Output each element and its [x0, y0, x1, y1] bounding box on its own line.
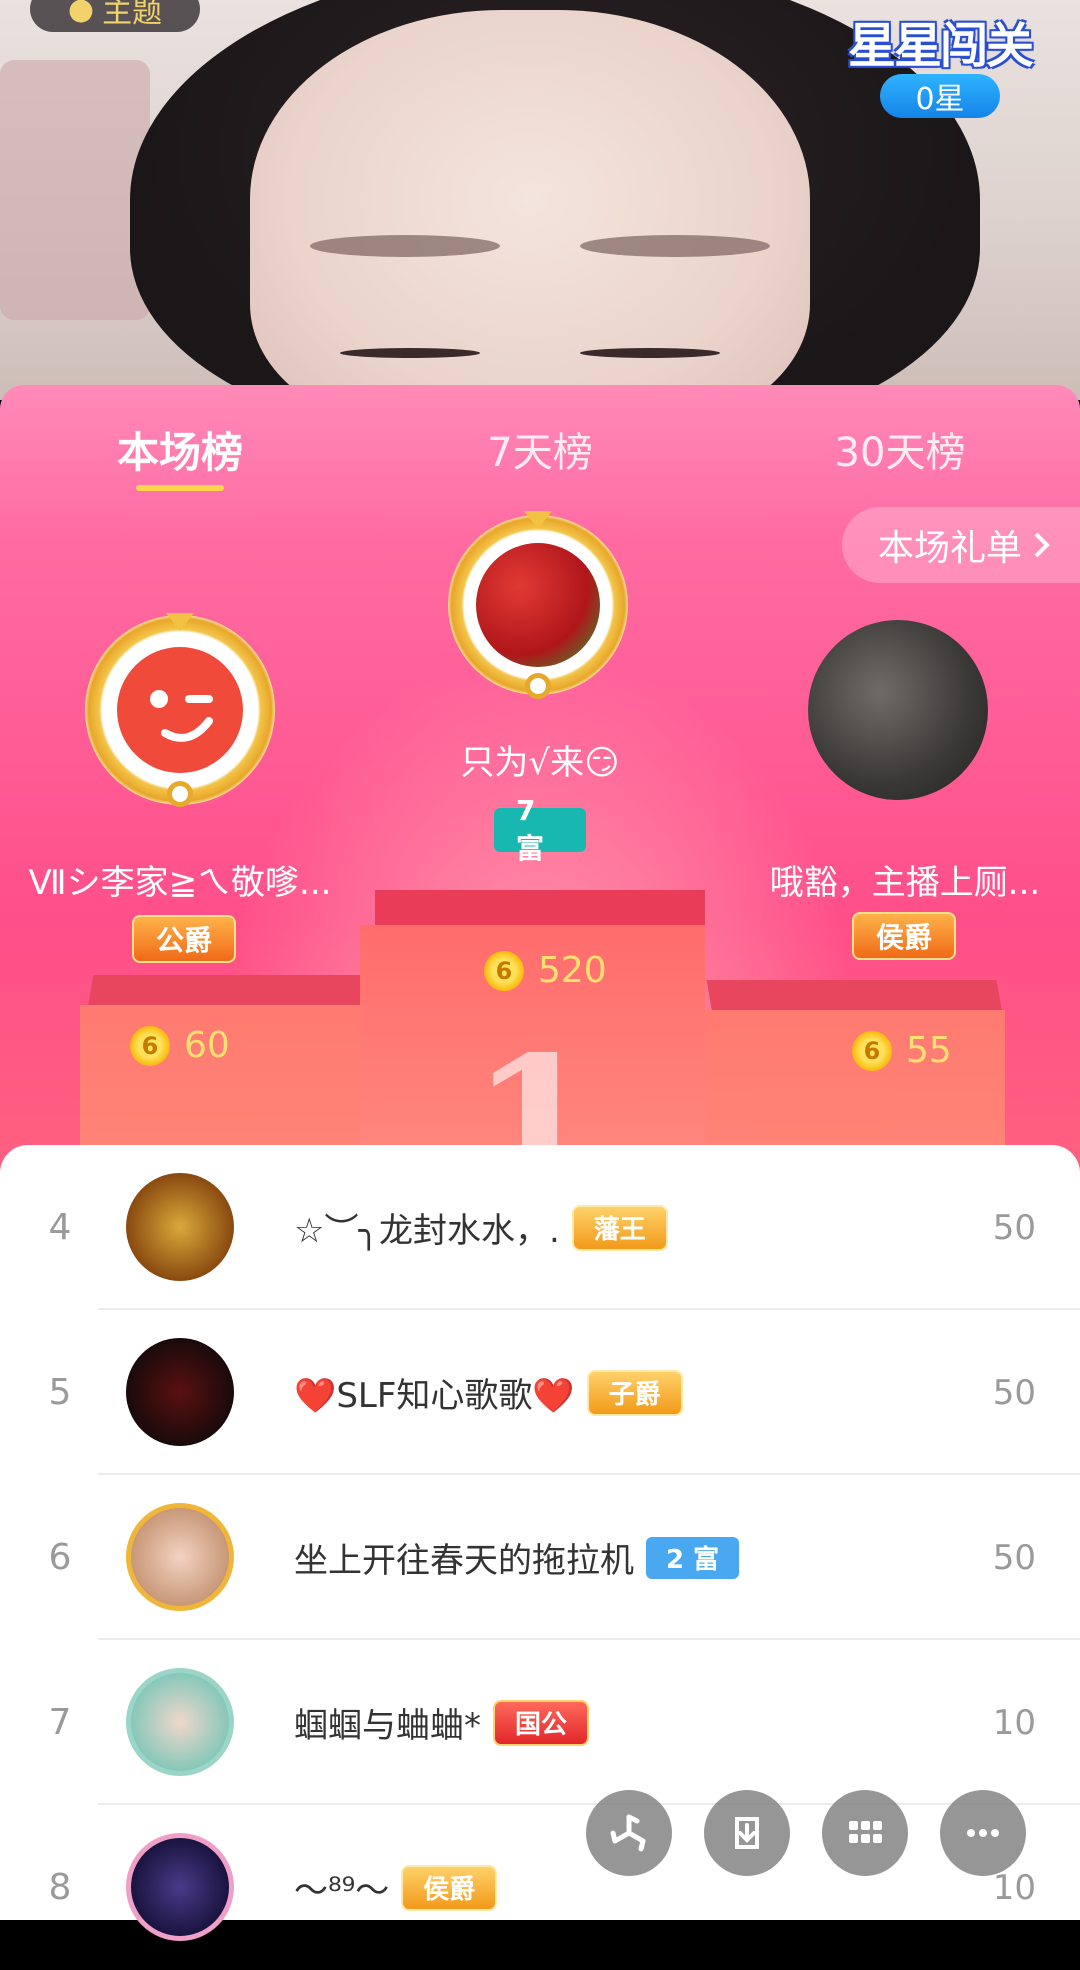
third-place-score-value: 55 — [906, 1030, 952, 1071]
rank-number: 6 — [48, 1537, 72, 1578]
avatar — [126, 1668, 234, 1776]
list-item[interactable]: 5 ❤️SLF知心歌歌❤️ 子爵 50 — [0, 1310, 1080, 1475]
coin-icon: 6 — [484, 950, 524, 991]
score: 50 — [992, 1537, 1036, 1578]
third-place-score: 6 55 — [852, 1030, 952, 1071]
tab-30-days[interactable]: 30天榜 — [720, 385, 1080, 513]
grid-button[interactable] — [822, 1790, 908, 1876]
bell-icon: ● — [67, 0, 95, 27]
score: 50 — [992, 1372, 1036, 1413]
rank-number: 5 — [48, 1372, 72, 1413]
third-place-title-badge: 侯爵 — [852, 912, 957, 960]
tab-this-show[interactable]: 本场榜 — [0, 385, 360, 513]
first-place-wealth-badge: 7 富 — [494, 794, 586, 865]
score: 50 — [992, 1207, 1036, 1248]
star-challenge-logo[interactable]: 星星闯关 — [848, 6, 1034, 76]
avatar — [126, 1503, 234, 1611]
third-place-avatar[interactable] — [808, 620, 988, 800]
pinwheel-icon — [610, 1814, 646, 1852]
list-item[interactable]: 6 坐上开往春天的拖拉机 2 富 50 — [0, 1475, 1080, 1640]
user-entry: 坐上开往春天的拖拉机 2 富 — [294, 1475, 740, 1640]
ring-pin — [167, 781, 193, 807]
user-entry: ～⁸⁹～ 侯爵 — [294, 1805, 498, 1970]
first-place-avatar[interactable] — [448, 511, 628, 699]
avatar — [126, 1833, 234, 1941]
list-item[interactable]: 8 ～⁸⁹～ 侯爵 10 — [0, 1805, 1080, 1970]
list-item[interactable]: 4 ☆︶╮龙封水水，. 藩王 50 — [0, 1145, 1080, 1310]
user-name: ～⁸⁹～ — [294, 1871, 390, 1911]
second-place-avatar[interactable] — [85, 613, 275, 807]
second-place-name: Ⅶシ李家≧ㄟ敬嗲... — [28, 863, 332, 903]
first-place-score: 6 520 — [484, 950, 607, 991]
chevron-right-icon — [1034, 532, 1050, 558]
download-button[interactable] — [704, 1790, 790, 1876]
wink-face-photo — [117, 647, 243, 773]
download-icon — [735, 1817, 759, 1849]
user-entry: ☆︶╮龙封水水，. 藩王 — [294, 1145, 668, 1310]
grid-icon — [849, 1821, 882, 1843]
strawberry-photo — [476, 543, 600, 667]
user-name: ❤️SLF知心歌歌❤️ — [294, 1376, 575, 1416]
tab-7-days[interactable]: 7天榜 — [360, 385, 720, 513]
gift-list-label: 本场礼单 — [877, 528, 1022, 569]
avatar — [126, 1173, 234, 1281]
pinwheel-button[interactable] — [586, 1790, 672, 1876]
ring-crest — [524, 511, 552, 529]
background-lamp — [0, 60, 150, 320]
first-place-score-value: 520 — [538, 950, 607, 991]
left-brow — [310, 235, 500, 257]
theme-button[interactable]: ● 主题 — [30, 0, 200, 32]
user-name: ☆︶╮龙封水水，. — [294, 1211, 560, 1251]
score: 10 — [992, 1702, 1036, 1743]
third-place-name: 哦豁，主播上厕... — [769, 863, 1041, 903]
gift-list-link[interactable]: 本场礼单 — [841, 507, 1080, 583]
right-eye — [580, 348, 720, 358]
user-name: 蝈蝈与蛐蛐* — [294, 1706, 481, 1746]
list-item[interactable]: 7 蝈蝈与蛐蛐* 国公 10 — [0, 1640, 1080, 1805]
user-entry: 蝈蝈与蛐蛐* 国公 — [294, 1640, 590, 1805]
theme-label: 主题 — [102, 0, 163, 30]
coin-icon: 6 — [130, 1025, 170, 1066]
first-place-name: 只为√来😏 — [460, 743, 620, 783]
ranking-list: 4 ☆︶╮龙封水水，. 藩王 50 5 ❤️SLF知心歌歌❤️ 子爵 50 6 … — [0, 1145, 1080, 1941]
second-place-score-value: 60 — [184, 1025, 230, 1066]
user-name: 坐上开往春天的拖拉机 — [294, 1541, 634, 1581]
title-badge: 侯爵 — [401, 1864, 498, 1911]
more-icon — [967, 1829, 999, 1837]
avatar — [126, 1338, 234, 1446]
wink-icon — [150, 690, 213, 742]
title-badge: 子爵 — [586, 1369, 683, 1416]
live-video: ● 主题 星星闯关 0星 — [0, 0, 1080, 400]
user-entry: ❤️SLF知心歌歌❤️ 子爵 — [294, 1310, 683, 1475]
rank-number: 7 — [48, 1702, 72, 1743]
second-place-title-badge: 公爵 — [132, 915, 237, 963]
ring-crest — [166, 613, 194, 631]
left-eye — [340, 348, 480, 358]
coin-icon: 6 — [852, 1030, 892, 1071]
title-badge: 国公 — [493, 1699, 590, 1746]
ring-pin — [525, 673, 551, 699]
rank-number: 4 — [48, 1207, 72, 1248]
stars-count-badge: 0星 — [880, 74, 1000, 118]
more-button[interactable] — [940, 1790, 1026, 1876]
wealth-badge: 2 富 — [646, 1536, 740, 1579]
title-badge: 藩王 — [571, 1204, 668, 1251]
second-place-score: 6 60 — [130, 1025, 230, 1066]
ranking-tabs: 本场榜 7天榜 30天榜 — [0, 385, 1080, 513]
rank-number: 8 — [48, 1867, 72, 1908]
streamer-face — [250, 10, 810, 400]
right-brow — [580, 235, 770, 257]
